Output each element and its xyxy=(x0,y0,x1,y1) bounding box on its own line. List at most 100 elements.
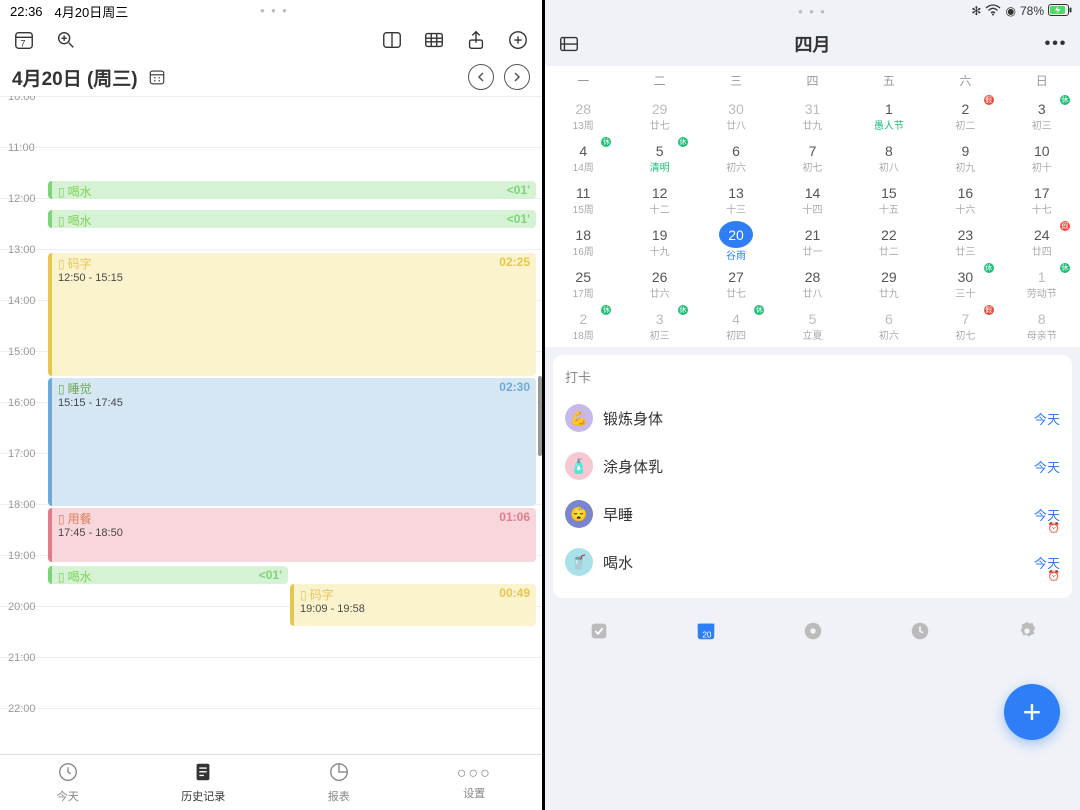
checkin-button[interactable]: 今天 xyxy=(1034,457,1060,476)
calendar-day[interactable]: 30廿八 xyxy=(698,95,774,137)
more-icon[interactable]: ••• xyxy=(1044,32,1068,56)
timeline-event[interactable]: ▯ 喝水<01' xyxy=(48,181,536,199)
day-sublabel: 愚人节 xyxy=(874,117,904,132)
zoom-icon[interactable] xyxy=(54,28,78,52)
calendar-day[interactable]: 1816周 xyxy=(545,221,621,263)
checkin-button[interactable]: 今天⏰ xyxy=(1034,505,1060,524)
scroll-indicator[interactable] xyxy=(538,376,542,456)
day-number: 30 xyxy=(728,101,744,117)
share-icon[interactable] xyxy=(464,28,488,52)
calendar: 一二三四五六日 2813周29廿七30廿八31廿九1愚人节2初二假3初三休414… xyxy=(545,66,1080,347)
calendar-day[interactable]: 5立夏 xyxy=(774,305,850,347)
calendar-day[interactable]: 6初六 xyxy=(851,305,927,347)
timeline-event[interactable]: ▯ 用餐17:45 - 18:5001:06 xyxy=(48,508,536,562)
calendar-day[interactable]: 28廿八 xyxy=(774,263,850,305)
calendar-day[interactable]: 414周休 xyxy=(545,137,621,179)
add-fab-button[interactable]: + xyxy=(1004,684,1060,740)
tab-icon: ○○○ xyxy=(457,765,492,783)
calendar-day[interactable]: 2813周 xyxy=(545,95,621,137)
timeline-event[interactable]: ▯ 码字19:09 - 19:5800:49 xyxy=(290,584,536,626)
checkin-item[interactable]: 🥤喝水今天⏰ xyxy=(565,538,1060,586)
day-sublabel: 13周 xyxy=(573,117,594,132)
checkin-icon: 🧴 xyxy=(565,452,593,480)
day-sublabel: 十九 xyxy=(650,243,670,258)
calendar-day[interactable]: 21廿一 xyxy=(774,221,850,263)
calendar-day[interactable]: 31廿九 xyxy=(774,95,850,137)
prev-day-button[interactable] xyxy=(468,64,494,90)
calendar-day[interactable]: 20谷雨 xyxy=(698,221,774,263)
tab-discover[interactable] xyxy=(759,606,866,656)
split-view-icon[interactable] xyxy=(380,28,404,52)
month-title[interactable]: 四月 xyxy=(581,31,1044,57)
hour-label: 11:00 xyxy=(8,142,35,154)
next-day-button[interactable] xyxy=(504,64,530,90)
calendar-day[interactable]: 1劳动节休 xyxy=(1004,263,1080,305)
tab-0[interactable]: 今天 xyxy=(0,755,136,810)
calendar-day[interactable]: 2517周 xyxy=(545,263,621,305)
calendar-day[interactable]: 1愚人节 xyxy=(851,95,927,137)
calendar-day[interactable]: 5清明休 xyxy=(621,137,697,179)
tab-2[interactable]: 报表 xyxy=(271,755,407,810)
day-sublabel: 廿七 xyxy=(726,285,746,300)
calendar-day[interactable]: 17十七 xyxy=(1004,179,1080,221)
timeline[interactable]: 10:0011:0012:0013:0014:0015:0016:0017:00… xyxy=(0,96,542,754)
checkin-item[interactable]: 💪锻炼身体今天 xyxy=(565,394,1060,442)
calendar-day[interactable]: 29廿七 xyxy=(621,95,697,137)
tab-history[interactable] xyxy=(866,606,973,656)
event-duration: <01' xyxy=(507,212,530,226)
calendar-day[interactable]: 14十四 xyxy=(774,179,850,221)
checkin-item[interactable]: 😴早睡今天⏰ xyxy=(565,490,1060,538)
calendar-day[interactable]: 218周休 xyxy=(545,305,621,347)
calendar-day[interactable]: 8初八 xyxy=(851,137,927,179)
tab-calendar[interactable]: 20 xyxy=(652,606,759,656)
calendar-day[interactable]: 22廿二 xyxy=(851,221,927,263)
multitask-dots-icon[interactable]: ● ● ● xyxy=(260,6,289,15)
right-header: 四月 ••• xyxy=(545,22,1080,66)
calendar-day[interactable]: 7初七假 xyxy=(927,305,1003,347)
calendar-day[interactable]: 3初三休 xyxy=(621,305,697,347)
calendar-day[interactable]: 13十三 xyxy=(698,179,774,221)
calendar-day[interactable]: 2初二假 xyxy=(927,95,1003,137)
checkin-button[interactable]: 今天 xyxy=(1034,409,1060,428)
add-icon[interactable] xyxy=(506,28,530,52)
calendar-day[interactable]: 16十六 xyxy=(927,179,1003,221)
day-sublabel: 15周 xyxy=(573,201,594,216)
calendar-day[interactable]: 1115周 xyxy=(545,179,621,221)
calendar-day[interactable]: 19十九 xyxy=(621,221,697,263)
calendar-day[interactable]: 9初九 xyxy=(927,137,1003,179)
checkin-item[interactable]: 🧴涂身体乳今天 xyxy=(565,442,1060,490)
checkin-name: 喝水 xyxy=(603,552,633,573)
calendar-day[interactable]: 4初四休 xyxy=(698,305,774,347)
weekday-label: 一 xyxy=(545,72,621,89)
calendar-day[interactable]: 3初三休 xyxy=(1004,95,1080,137)
tab-1[interactable]: 历史记录 xyxy=(136,755,272,810)
calendar-day[interactable]: 12十二 xyxy=(621,179,697,221)
checkin-button[interactable]: 今天⏰ xyxy=(1034,553,1060,572)
tab-3[interactable]: ○○○设置 xyxy=(407,755,543,810)
date-picker-icon[interactable] xyxy=(148,68,166,86)
timeline-event[interactable]: ▯ 睡觉15:15 - 17:4502:30 xyxy=(48,378,536,506)
timeline-event[interactable]: ▯ 喝水<01' xyxy=(48,210,536,228)
calendar-day[interactable]: 29廿九 xyxy=(851,263,927,305)
event-title: ▯ 码字 xyxy=(300,586,530,603)
calendar-day[interactable]: 15十五 xyxy=(851,179,927,221)
calendar-day[interactable]: 8母亲节 xyxy=(1004,305,1080,347)
calendar-day[interactable]: 24廿四假 xyxy=(1004,221,1080,263)
tab-settings[interactable] xyxy=(973,606,1080,656)
calendar-day[interactable]: 30三十休 xyxy=(927,263,1003,305)
calendar-day[interactable]: 23廿三 xyxy=(927,221,1003,263)
calendar-day[interactable]: 6初六 xyxy=(698,137,774,179)
timeline-event[interactable]: ▯ 码字12:50 - 15:1502:25 xyxy=(48,253,536,376)
hour-label: 17:00 xyxy=(8,448,36,460)
calendar-day[interactable]: 7初七 xyxy=(774,137,850,179)
day-sublabel: 初六 xyxy=(879,327,899,342)
view-mode-icon[interactable] xyxy=(557,32,581,56)
calendar-day[interactable]: 26廿六 xyxy=(621,263,697,305)
calendar-day[interactable]: 27廿七 xyxy=(698,263,774,305)
tab-tasks[interactable] xyxy=(545,606,652,656)
timeline-event[interactable]: ▯ 喝水<01' xyxy=(48,566,288,584)
calendar-today-icon[interactable]: 7 xyxy=(12,28,36,52)
multitask-dots-icon[interactable]: ● ● ● xyxy=(798,7,827,16)
grid-view-icon[interactable] xyxy=(422,28,446,52)
calendar-day[interactable]: 10初十 xyxy=(1004,137,1080,179)
